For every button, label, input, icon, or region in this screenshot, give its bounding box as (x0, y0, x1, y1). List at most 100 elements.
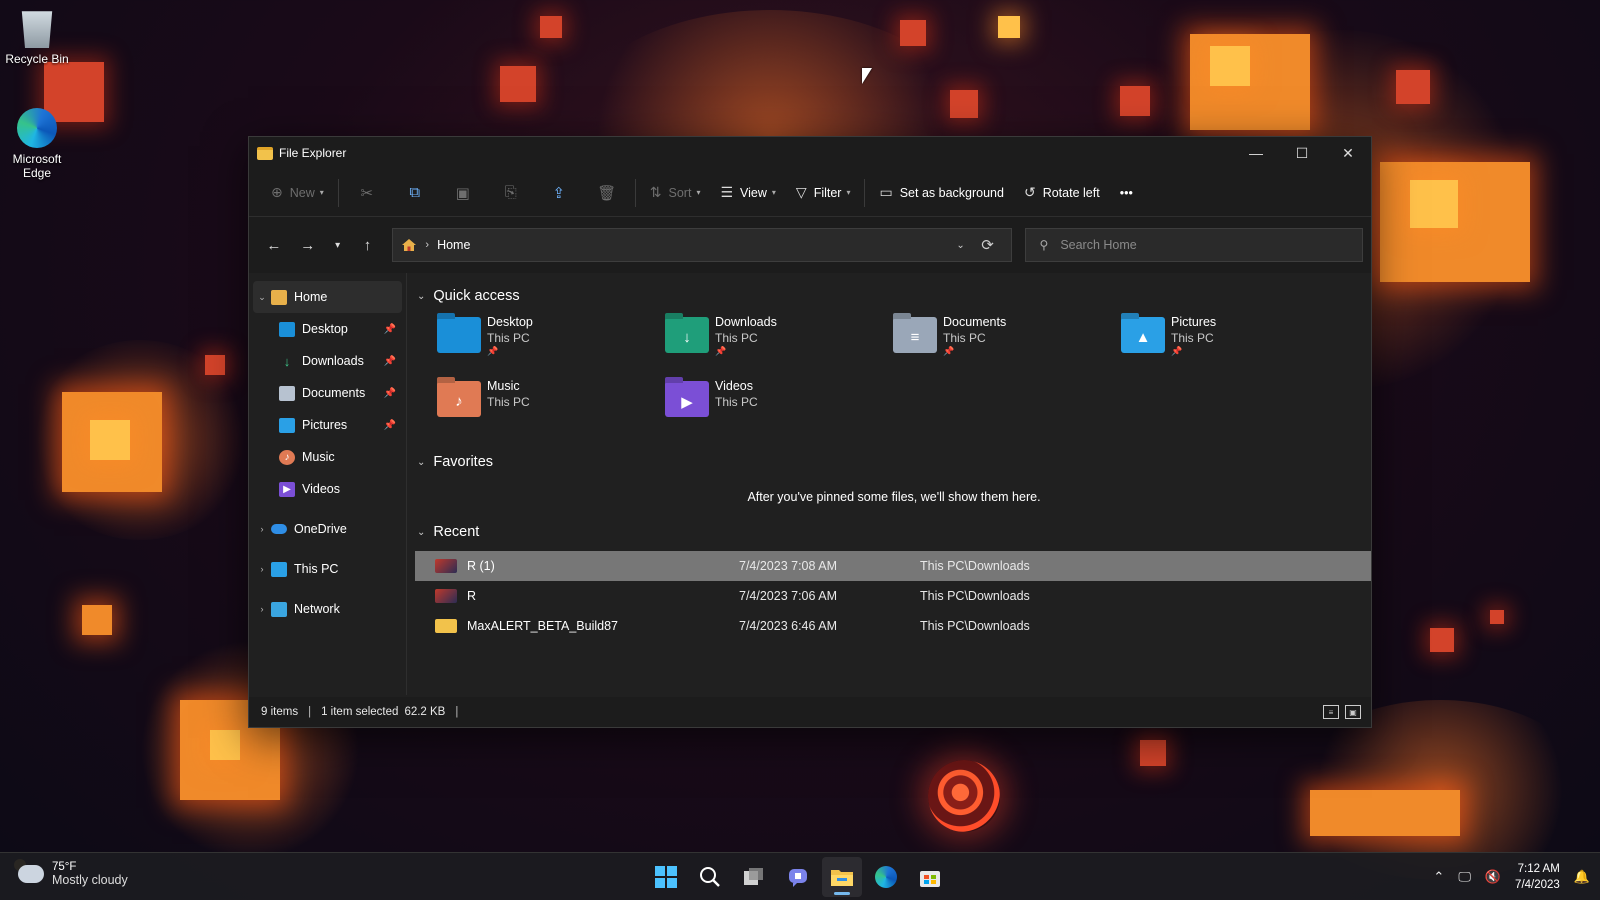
file-date: 7/4/2023 6:46 AM (739, 619, 837, 633)
chevron-down-icon: ⌄ (417, 290, 426, 302)
sidebar-item-music[interactable]: ♪ Music (253, 441, 402, 473)
recent-locations-button[interactable]: ▾ (325, 229, 351, 261)
quick-access-item-downloads[interactable]: ↓ Downloads This PC 📌 (665, 315, 893, 379)
network-status-icon[interactable]: 🖵 (1458, 869, 1471, 885)
view-button[interactable]: ☰ View ▾ (710, 177, 785, 209)
teams-chat-button[interactable] (778, 857, 818, 897)
pin-icon: 📌 (943, 346, 955, 356)
breadcrumb-separator-icon: › (425, 239, 430, 251)
file-explorer-taskbar-button[interactable] (822, 857, 862, 897)
filter-button[interactable]: ▽ Filter ▾ (786, 177, 861, 209)
desktop-icon-recycle-bin[interactable]: Recycle Bin (0, 8, 74, 66)
sidebar-item-label: Videos (302, 482, 340, 496)
file-date: 7/4/2023 7:06 AM (739, 589, 837, 603)
sidebar-item-pictures[interactable]: Pictures 📌 (253, 409, 402, 441)
item-location: This PC (715, 395, 758, 409)
delete-button[interactable]: 🗑 (583, 177, 631, 209)
sidebar-item-network[interactable]: › Network (253, 593, 402, 625)
details-view-icon[interactable]: ≡ (1323, 705, 1339, 719)
section-title: Quick access (433, 288, 520, 304)
sidebar-item-videos[interactable]: ▶ Videos (253, 473, 402, 505)
view-icon: ☰ (720, 184, 734, 200)
sidebar-item-label: Desktop (302, 322, 348, 336)
explorer-body: ⌄ Home Desktop 📌 ↓ Downloads 📌 Documents… (249, 273, 1371, 695)
copy-button[interactable]: ⧉ (391, 177, 439, 209)
title-bar[interactable]: File Explorer — ☐ ✕ (249, 137, 1371, 169)
network-icon (271, 601, 287, 617)
minimize-button[interactable]: — (1233, 137, 1279, 169)
pin-icon: 📌 (383, 387, 396, 399)
rename-button[interactable]: ⎘ (487, 177, 535, 209)
tiles-view-icon[interactable]: ▣ (1345, 705, 1361, 719)
sidebar-item-home[interactable]: ⌄ Home (253, 281, 402, 313)
volume-muted-icon[interactable]: 🔇 (1485, 869, 1501, 885)
sidebar-item-downloads[interactable]: ↓ Downloads 📌 (253, 345, 402, 377)
set-as-background-button[interactable]: ▭ Set as background (869, 177, 1013, 209)
search-box[interactable]: ⚲ Search Home (1024, 228, 1364, 262)
weather-widget[interactable]: 75°F Mostly cloudy (14, 859, 128, 887)
sidebar-item-onedrive[interactable]: › OneDrive (253, 513, 402, 545)
sidebar-item-documents[interactable]: Documents 📌 (253, 377, 402, 409)
search-input[interactable]: Search Home (1060, 238, 1136, 252)
quick-access-item-videos[interactable]: ▶ Videos This PC (665, 379, 893, 443)
address-bar[interactable]: › Home ⌄ ⟳ (392, 228, 1012, 262)
desktop-icon-edge[interactable]: Microsoft Edge (0, 108, 74, 180)
share-icon: ⇪ (552, 184, 566, 202)
clock[interactable]: 7:12 AM 7/4/2023 (1515, 861, 1560, 893)
favorites-empty-message: After you've pinned some files, we'll sh… (747, 490, 1041, 504)
show-hidden-icons-chevron-up-icon[interactable]: ⌃ (1433, 869, 1444, 885)
quick-access-item-pictures[interactable]: ▲ Pictures This PC 📌 (1121, 315, 1349, 379)
start-button[interactable] (646, 857, 686, 897)
quick-access-item-music[interactable]: ♪ Music This PC (437, 379, 665, 443)
desktop-background-icon: ▭ (879, 184, 893, 200)
quick-access-header[interactable]: ⌄ Quick access (417, 281, 1371, 311)
table-row[interactable]: R (1) 7/4/2023 7:08 AM This PC\Downloads (415, 551, 1371, 581)
sidebar-item-desktop[interactable]: Desktop 📌 (253, 313, 402, 345)
quick-access-item-desktop[interactable]: Desktop This PC 📌 (437, 315, 665, 379)
favorites-header[interactable]: ⌄ Favorites (417, 447, 1371, 477)
command-bar: ⊕ New ▾ ✂ ⧉ ▣ ⎘ ⇪ 🗑 ⇅ Sort ▾ ☰ View ▾ ▽ … (249, 169, 1371, 217)
recent-header[interactable]: ⌄ Recent (417, 517, 1371, 547)
more-options-button[interactable]: ••• (1110, 177, 1143, 209)
clock-time: 7:12 AM (1517, 863, 1560, 875)
mouse-cursor (862, 68, 872, 84)
status-bar: 9 items | 1 item selected 62.2 KB | ≡ ▣ (249, 697, 1371, 727)
folder-icon (435, 619, 457, 633)
home-icon (271, 289, 287, 305)
cut-button[interactable]: ✂ (343, 177, 391, 209)
paste-button[interactable]: ▣ (439, 177, 487, 209)
forward-button[interactable]: → (291, 229, 325, 261)
pin-icon: 📌 (383, 323, 396, 335)
rotate-left-button[interactable]: ↺ Rotate left (1014, 177, 1110, 209)
file-location: This PC\Downloads (920, 589, 1030, 603)
breadcrumb-home[interactable]: Home (437, 238, 948, 252)
notification-bell-icon[interactable]: 🔔 (1574, 869, 1590, 885)
view-label: View (740, 185, 767, 200)
windows-logo-icon (655, 866, 677, 888)
address-dropdown-button[interactable]: ⌄ (949, 240, 973, 251)
share-button[interactable]: ⇪ (535, 177, 583, 209)
table-row[interactable]: MaxALERT_BETA_Build87 7/4/2023 6:46 AM T… (415, 611, 1371, 641)
search-button[interactable] (690, 857, 730, 897)
close-button[interactable]: ✕ (1325, 137, 1371, 169)
chevron-down-icon: ▾ (335, 239, 341, 251)
maximize-button[interactable]: ☐ (1279, 137, 1325, 169)
quick-access-item-documents[interactable]: ≡ Documents This PC 📌 (893, 315, 1121, 379)
sort-button[interactable]: ⇅ Sort ▾ (640, 177, 711, 209)
item-location: This PC (943, 331, 986, 345)
copy-icon: ⧉ (409, 184, 421, 201)
video-icon: ▶ (279, 481, 295, 497)
pin-icon: 📌 (383, 419, 396, 431)
refresh-button[interactable]: ⟳ (973, 236, 1003, 254)
edge-taskbar-button[interactable] (866, 857, 906, 897)
back-button[interactable]: ← (257, 229, 291, 261)
item-name: Documents (943, 315, 1007, 329)
sidebar-item-this-pc[interactable]: › This PC (253, 553, 402, 585)
table-row[interactable]: R 7/4/2023 7:06 AM This PC\Downloads (415, 581, 1371, 611)
task-view-button[interactable] (734, 857, 774, 897)
store-taskbar-button[interactable] (910, 857, 950, 897)
more-icon: ••• (1119, 185, 1133, 200)
new-button[interactable]: ⊕ New ▾ (261, 177, 334, 209)
up-button[interactable]: ↑ (351, 229, 385, 261)
file-location: This PC\Downloads (920, 559, 1030, 573)
